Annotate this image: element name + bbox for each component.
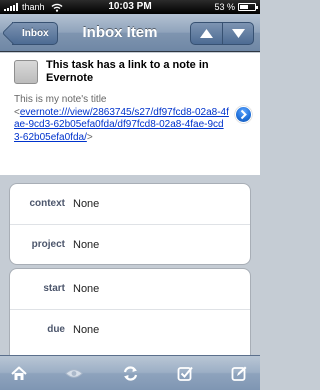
checklist-icon xyxy=(177,366,193,381)
eye-icon xyxy=(65,368,83,378)
battery-icon xyxy=(238,3,258,11)
field-value: None xyxy=(73,283,100,295)
home-button[interactable] xyxy=(8,363,30,383)
back-button-label: Inbox xyxy=(22,28,49,39)
field-value: None xyxy=(73,324,100,336)
sync-button[interactable] xyxy=(119,363,141,383)
field-label: project xyxy=(31,239,65,250)
field-row-start[interactable]: start None xyxy=(10,269,250,310)
field-label: start xyxy=(43,283,65,294)
next-item-button[interactable] xyxy=(222,23,253,44)
battery-status: 53 % xyxy=(214,0,258,14)
field-row-project[interactable]: project None xyxy=(10,225,250,264)
note-title: This is my note's title xyxy=(14,94,107,105)
refresh-icon xyxy=(123,365,137,381)
context-project-group: context None project None xyxy=(9,183,251,265)
evernote-link[interactable]: evernote:///view/2863745/s27/df97fcd8-02… xyxy=(14,107,229,143)
checklist-button[interactable] xyxy=(174,363,196,383)
status-bar: thanh 10:03 PM 53 % xyxy=(0,0,260,14)
field-label: due xyxy=(47,324,65,335)
view-button[interactable] xyxy=(63,363,85,383)
compose-button[interactable] xyxy=(228,363,250,383)
home-icon xyxy=(11,366,27,380)
triangle-down-icon xyxy=(231,29,245,38)
detail-disclosure-button[interactable] xyxy=(235,106,252,123)
navigation-bar: Inbox Inbox Item xyxy=(0,14,260,52)
field-label: context xyxy=(29,198,65,209)
item-navigation-control xyxy=(190,22,254,45)
task-title[interactable]: This task has a link to a note in Everno… xyxy=(46,59,251,85)
field-row-due[interactable]: due None xyxy=(10,310,250,351)
field-value: None xyxy=(73,239,100,251)
battery-percent: 53 % xyxy=(214,2,235,12)
compose-icon xyxy=(231,366,246,381)
task-complete-checkbox[interactable] xyxy=(14,60,38,84)
task-detail: This task has a link to a note in Everno… xyxy=(0,53,260,175)
triangle-up-icon xyxy=(200,29,213,38)
previous-item-button[interactable] xyxy=(191,23,222,44)
page-title: Inbox Item xyxy=(82,24,158,41)
chevron-right-icon xyxy=(240,109,247,120)
link-close-bracket: > xyxy=(86,131,93,143)
field-row-context[interactable]: context None xyxy=(10,184,250,225)
field-value: None xyxy=(73,198,100,210)
task-note[interactable]: This is my note's title <evernote:///vie… xyxy=(14,94,229,144)
bottom-toolbar xyxy=(0,355,260,390)
dates-group: start None due None xyxy=(9,268,251,368)
